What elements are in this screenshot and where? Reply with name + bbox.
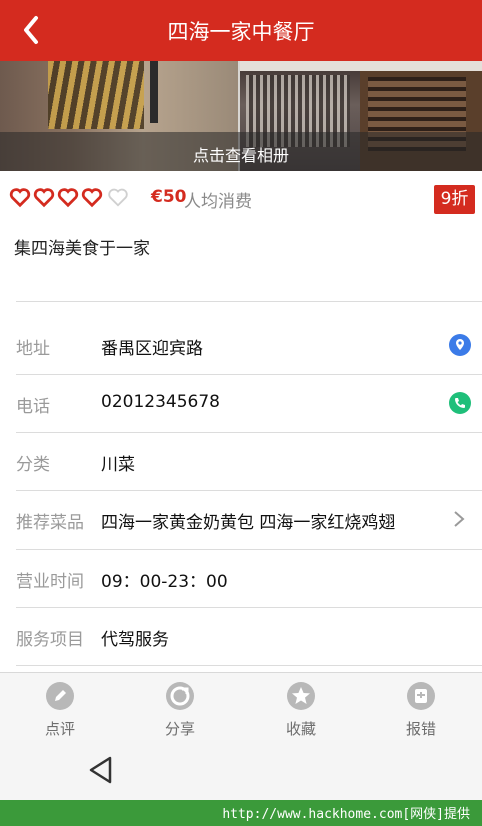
discount-badge: 9折 (434, 185, 475, 214)
detail-row-recommended-dishes[interactable]: 推荐菜品 四海一家黄金奶黄包 四海一家红烧鸡翅 (0, 490, 482, 548)
bottom-action-bar: 点评 分享 收藏 报错 (0, 672, 482, 740)
detail-row-category: 分类 川菜 (0, 432, 482, 490)
detail-label: 服务项目 (16, 630, 84, 650)
detail-row-services: 服务项目 代驾服务 (0, 607, 482, 665)
detail-label: 营业时间 (16, 572, 84, 592)
view-album-link[interactable]: 点击查看相册 (0, 142, 482, 166)
share-button[interactable]: 分享 (120, 673, 240, 741)
average-price: €50 (151, 187, 187, 207)
pencil-icon (46, 682, 74, 710)
detail-value: 四海一家黄金奶黄包 四海一家红烧鸡翅 (101, 513, 396, 533)
detail-value: 09：00-23：00 (101, 572, 228, 592)
watermark-bar: http://www.hackhome.com[网侠]提供 (0, 800, 482, 826)
nav-back-icon[interactable] (86, 754, 116, 786)
share-icon (166, 682, 194, 710)
heart-filled-icon (33, 188, 55, 208)
detail-row-address[interactable]: 地址 番禺区迎宾路 (0, 316, 482, 374)
review-label: 点评 (44, 720, 75, 738)
review-button[interactable]: 点评 (0, 673, 120, 741)
detail-value: 代驾服务 (101, 630, 169, 650)
detail-value: 川菜 (101, 455, 135, 475)
detail-label: 电话 (16, 397, 50, 417)
star-icon (287, 682, 315, 710)
heart-filled-icon (81, 188, 103, 208)
share-label: 分享 (164, 720, 195, 738)
heart-filled-icon (9, 188, 31, 208)
phone-icon[interactable] (449, 392, 471, 414)
divider (16, 665, 482, 666)
detail-value: 番禺区迎宾路 (101, 339, 203, 359)
detail-label: 地址 (16, 339, 50, 359)
rating-row: €50 人均消费 9折 (0, 181, 482, 217)
report-icon (407, 682, 435, 710)
detail-label: 分类 (16, 455, 50, 475)
heart-filled-icon (57, 188, 79, 208)
watermark-text: http://www.hackhome.com[网侠]提供 (222, 807, 470, 822)
detail-label: 推荐菜品 (16, 513, 84, 533)
favorite-button[interactable]: 收藏 (241, 673, 361, 741)
detail-row-hours: 营业时间 09：00-23：00 (0, 549, 482, 607)
report-error-button[interactable]: 报错 (361, 673, 481, 741)
chevron-right-icon (454, 511, 465, 527)
heart-empty-icon (108, 188, 128, 207)
restaurant-tagline: 集四海美食于一家 (14, 239, 150, 259)
system-navigation-bar (0, 740, 482, 800)
detail-value: 02012345678 (101, 392, 220, 412)
average-price-label: 人均消费 (184, 192, 252, 212)
location-pin-icon[interactable] (449, 334, 471, 356)
report-error-label: 报错 (405, 720, 436, 738)
favorite-label: 收藏 (285, 720, 316, 738)
top-app-bar: 四海一家中餐厅 (0, 0, 482, 61)
page-title: 四海一家中餐厅 (167, 20, 315, 44)
divider (16, 301, 482, 302)
detail-row-phone[interactable]: 电话 02012345678 (0, 374, 482, 432)
